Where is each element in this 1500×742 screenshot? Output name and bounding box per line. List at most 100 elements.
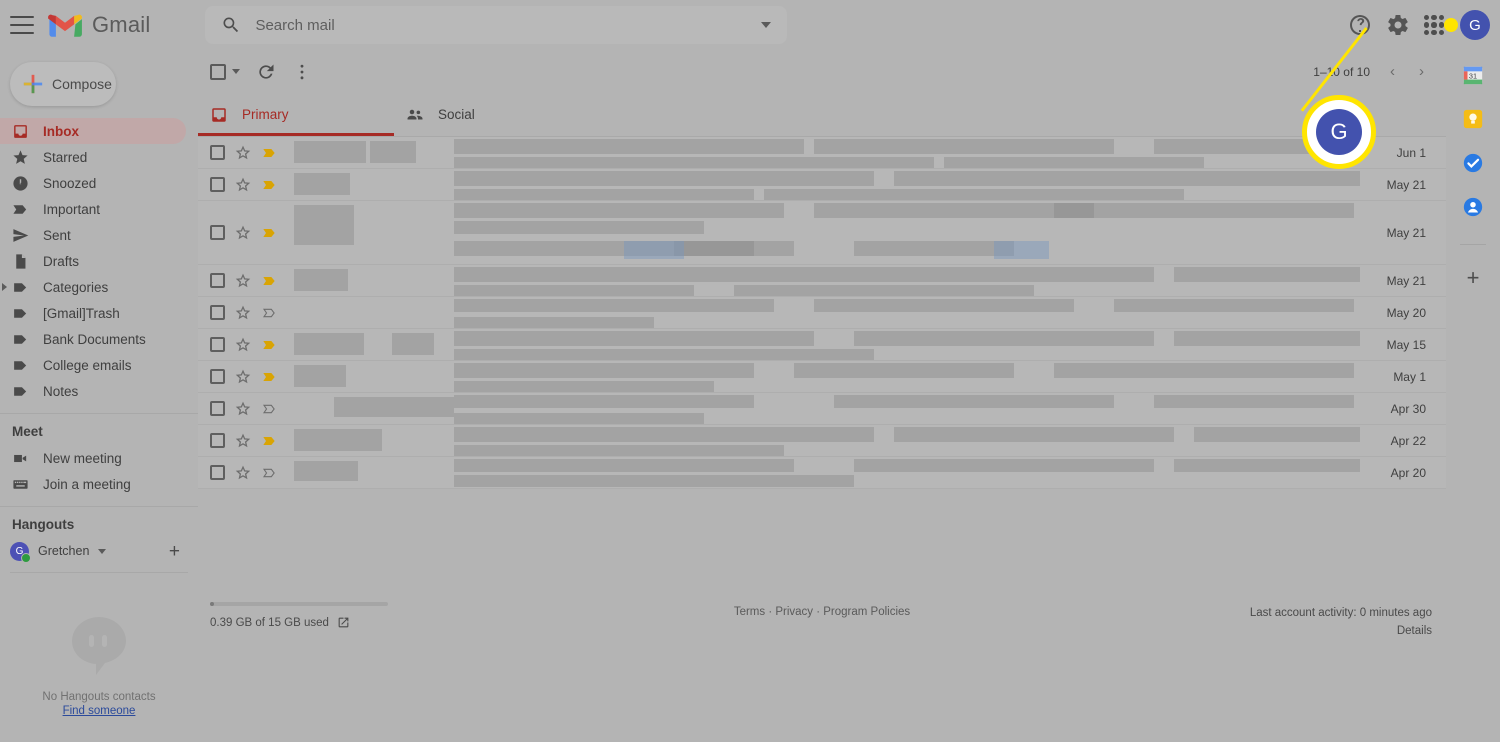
keyboard-icon — [12, 476, 29, 493]
table-row[interactable]: Apr 30 — [198, 393, 1446, 425]
row-date: May 21 — [1386, 273, 1426, 288]
sidebar-item-starred[interactable]: Starred — [0, 144, 198, 170]
sidebar-item-label: Sent — [43, 227, 71, 243]
apps-grid-icon[interactable] — [1424, 15, 1444, 35]
row-checkbox[interactable] — [210, 433, 225, 448]
google-contacts-icon[interactable] — [1462, 196, 1484, 218]
chevron-down-icon[interactable] — [232, 69, 240, 74]
callout-avatar: G — [1316, 109, 1362, 155]
footer-links-text[interactable]: Terms · Privacy · Program Policies — [734, 606, 910, 618]
sidebar-item-categories[interactable]: Categories — [0, 274, 198, 300]
important-marker-icon[interactable] — [262, 145, 278, 161]
sidebar-item-snoozed[interactable]: Snoozed — [0, 170, 198, 196]
details-link[interactable]: Details — [1250, 622, 1432, 640]
row-checkbox[interactable] — [210, 273, 225, 288]
star-icon[interactable] — [234, 304, 252, 322]
important-marker-icon[interactable] — [262, 337, 278, 353]
sidebar-item-college-emails[interactable]: College emails — [0, 352, 198, 378]
hangouts-user[interactable]: G Gretchen + — [0, 538, 198, 564]
important-marker-icon[interactable] — [262, 177, 278, 193]
chevron-down-icon[interactable] — [98, 548, 107, 554]
table-row[interactable]: May 15 — [198, 329, 1446, 361]
star-icon[interactable] — [234, 400, 252, 418]
sidebar-item-gmail-trash[interactable]: [Gmail]Trash — [0, 300, 198, 326]
sidebar-item-new-meeting[interactable]: New meeting — [0, 445, 198, 471]
table-row[interactable]: May 21 — [198, 201, 1446, 265]
find-someone-link[interactable]: Find someone — [63, 705, 136, 717]
select-all-checkbox[interactable] — [210, 63, 226, 80]
gmail-logo[interactable]: Gmail — [48, 12, 150, 38]
row-date: May 15 — [1386, 337, 1426, 352]
hamburger-menu-icon[interactable] — [10, 16, 34, 34]
google-tasks-icon[interactable] — [1462, 152, 1484, 174]
inbox-tabs: Primary Social — [198, 93, 1446, 137]
star-icon[interactable] — [234, 176, 252, 194]
sidebar-item-label: Starred — [43, 149, 88, 165]
star-icon[interactable] — [234, 272, 252, 290]
avatar[interactable]: G — [1460, 10, 1490, 40]
search-bar[interactable] — [205, 6, 788, 44]
star-icon[interactable] — [234, 432, 252, 450]
important-marker-icon[interactable] — [262, 465, 278, 481]
google-calendar-icon[interactable]: 31 — [1462, 64, 1484, 86]
important-marker-icon[interactable] — [262, 305, 278, 321]
star-icon[interactable] — [234, 464, 252, 482]
important-marker-icon[interactable] — [262, 433, 278, 449]
star-icon[interactable] — [234, 368, 252, 386]
next-page-button[interactable]: › — [1415, 63, 1428, 80]
table-row[interactable]: Jun 1 — [198, 137, 1446, 169]
sidebar-item-inbox[interactable]: Inbox — [0, 118, 186, 144]
row-checkbox[interactable] — [210, 465, 225, 480]
row-content-redacted — [294, 169, 1360, 200]
star-icon[interactable] — [234, 144, 252, 162]
row-content-redacted — [294, 201, 1360, 264]
sidebar-item-drafts[interactable]: Drafts — [0, 248, 198, 274]
table-row[interactable]: May 21 — [198, 265, 1446, 297]
important-marker-icon[interactable] — [262, 401, 278, 417]
important-marker-icon[interactable] — [262, 273, 278, 289]
row-checkbox[interactable] — [210, 401, 225, 416]
compose-button[interactable]: Compose — [10, 62, 116, 106]
tab-social[interactable]: Social — [394, 93, 590, 136]
meet-section-title: Meet — [12, 424, 43, 439]
sidebar-item-notes[interactable]: Notes — [0, 378, 198, 404]
search-input[interactable] — [255, 16, 762, 34]
hangouts-empty-state: No Hangouts contacts Find someone — [0, 615, 198, 717]
row-checkbox[interactable] — [210, 369, 225, 384]
row-date: May 20 — [1386, 305, 1426, 320]
row-content-redacted — [294, 137, 1360, 168]
chevron-right-icon[interactable] — [2, 283, 7, 291]
table-row[interactable]: May 21 — [198, 169, 1446, 201]
table-row[interactable]: Apr 22 — [198, 425, 1446, 457]
table-row[interactable]: Apr 20 — [198, 457, 1446, 489]
table-row[interactable]: May 20 — [198, 297, 1446, 329]
chevron-down-icon[interactable] — [761, 22, 772, 28]
row-checkbox[interactable] — [210, 305, 225, 320]
add-app-icon[interactable]: + — [1467, 267, 1480, 289]
important-marker-icon[interactable] — [262, 369, 278, 385]
important-marker-icon[interactable] — [262, 225, 278, 241]
hangouts-add-icon[interactable]: + — [169, 542, 180, 561]
side-app-rail: 31 + — [1446, 50, 1500, 742]
table-row[interactable]: May 1 — [198, 361, 1446, 393]
row-checkbox[interactable] — [210, 225, 225, 240]
tab-primary[interactable]: Primary — [198, 93, 394, 136]
sidebar-item-join-meeting[interactable]: Join a meeting — [0, 471, 198, 497]
refresh-icon[interactable] — [256, 62, 276, 82]
sidebar-item-important[interactable]: Important — [0, 196, 198, 222]
star-icon[interactable] — [234, 336, 252, 354]
row-checkbox[interactable] — [210, 177, 225, 192]
row-content-redacted — [294, 329, 1360, 360]
prev-page-button[interactable]: ‹ — [1386, 63, 1399, 80]
sidebar-item-sent[interactable]: Sent — [0, 222, 198, 248]
sidebar-item-label: Drafts — [43, 253, 80, 269]
star-icon[interactable] — [234, 224, 252, 242]
google-keep-icon[interactable] — [1462, 108, 1484, 130]
label-icon — [12, 305, 29, 322]
row-checkbox[interactable] — [210, 337, 225, 352]
sidebar-item-bank-documents[interactable]: Bank Documents — [0, 326, 198, 352]
more-vertical-icon[interactable] — [292, 62, 312, 82]
row-checkbox[interactable] — [210, 145, 225, 160]
people-icon — [407, 109, 423, 119]
gear-icon[interactable] — [1386, 13, 1410, 37]
